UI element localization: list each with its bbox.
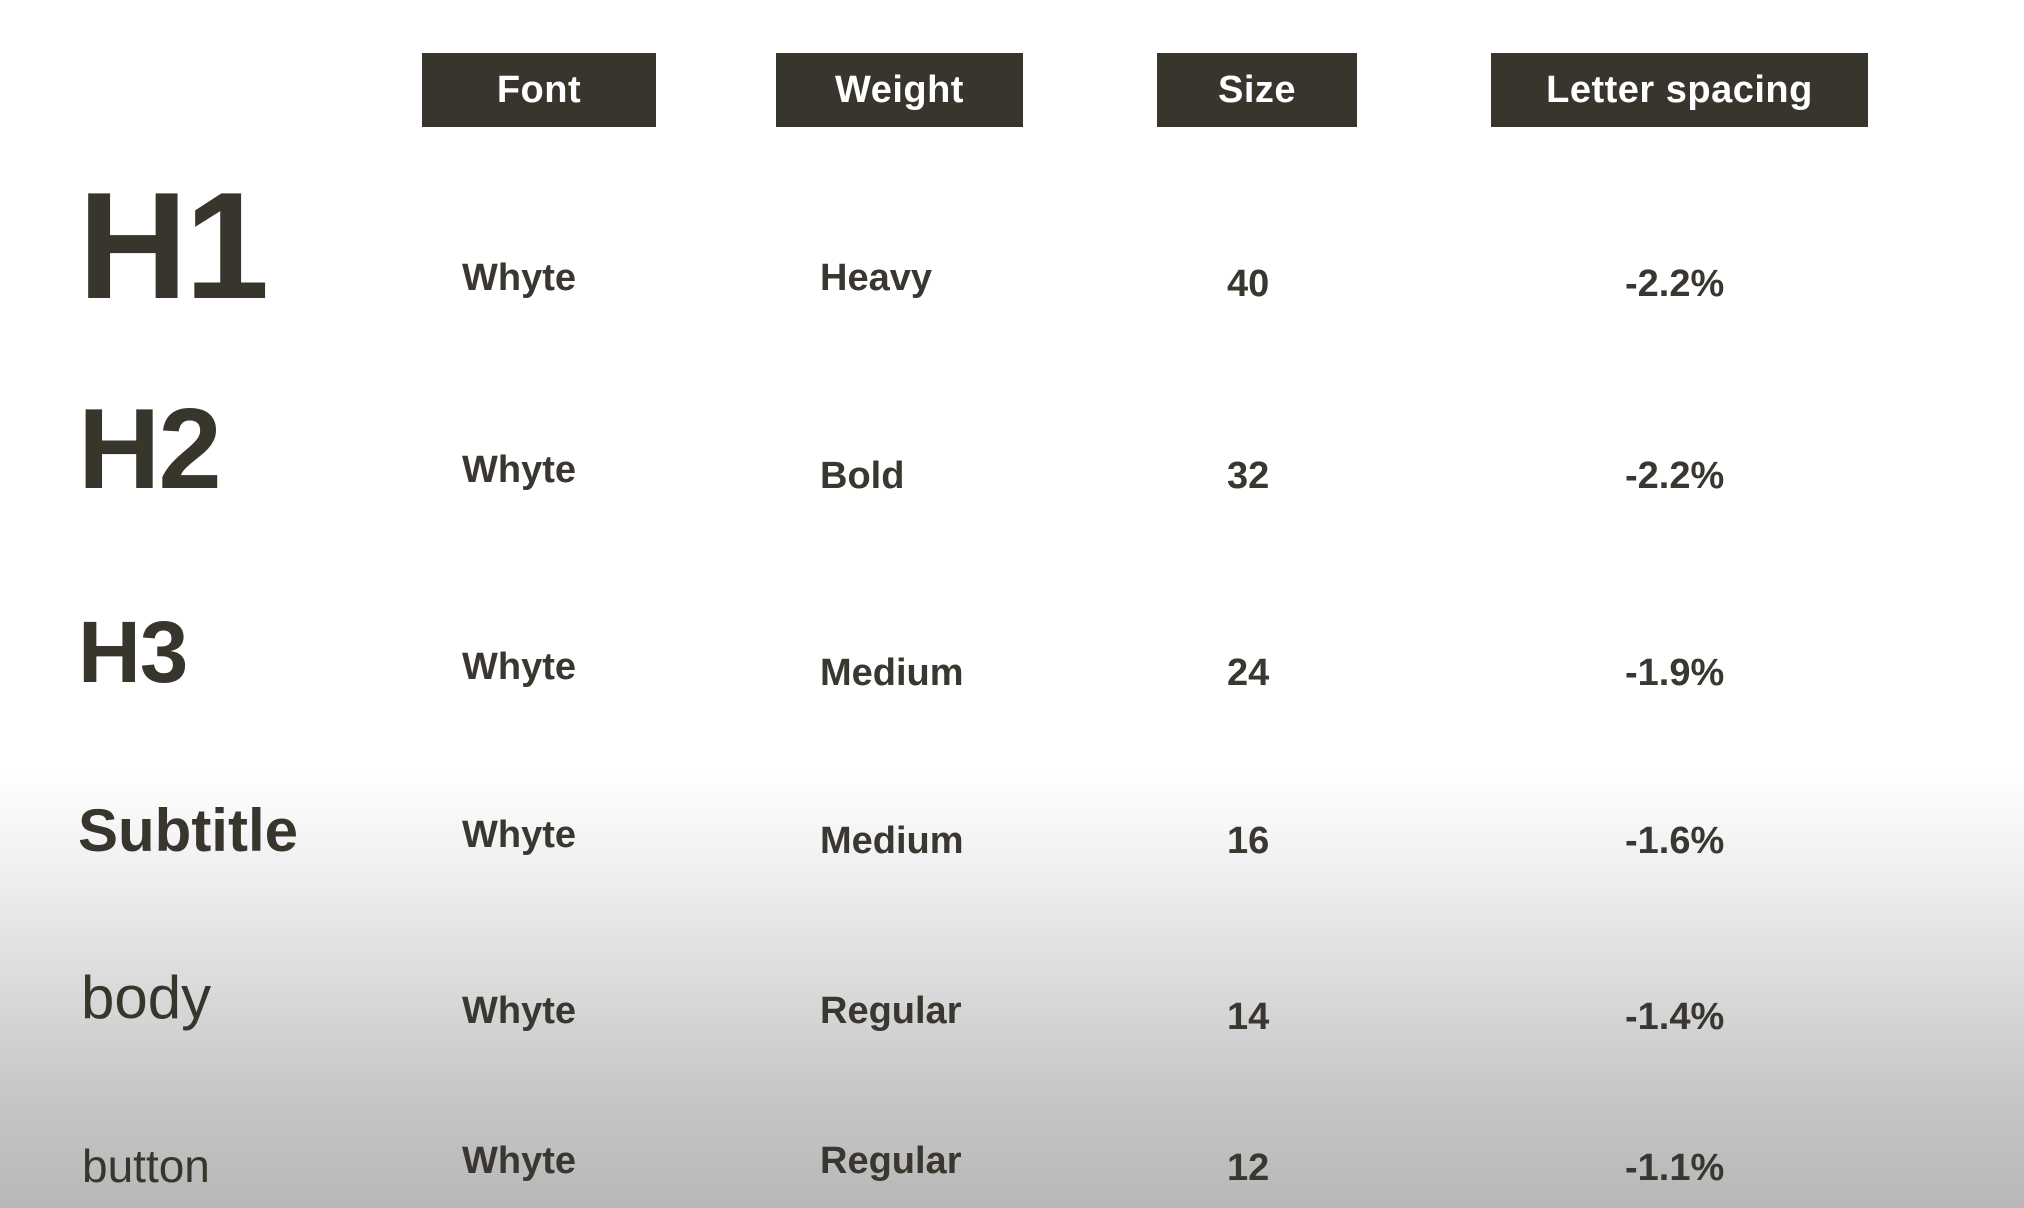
cell-letter-spacing-button: -1.1%	[1625, 1147, 1725, 1189]
cell-letter-spacing-subtitle: -1.6%	[1625, 820, 1725, 862]
cell-letter-spacing-body: -1.4%	[1625, 996, 1725, 1038]
style-label-h3: H3	[78, 604, 188, 701]
cell-font-subtitle: Whyte	[462, 814, 576, 856]
cell-weight-subtitle: Medium	[820, 820, 964, 862]
header-size: Size	[1157, 53, 1357, 127]
style-label-h2: H2	[78, 386, 222, 513]
cell-weight-h2: Bold	[820, 455, 905, 497]
cell-font-h3: Whyte	[462, 646, 576, 688]
cell-weight-body: Regular	[820, 990, 962, 1032]
cell-font-h2: Whyte	[462, 449, 576, 491]
cell-size-h1: 40	[1227, 263, 1270, 305]
style-label-subtitle: Subtitle	[78, 797, 298, 864]
header-weight: Weight	[776, 53, 1023, 127]
style-label-body: body	[81, 964, 212, 1031]
cell-letter-spacing-h1: -2.2%	[1625, 263, 1725, 305]
header-font: Font	[422, 53, 656, 127]
cell-size-subtitle: 16	[1227, 820, 1270, 862]
cell-size-body: 14	[1227, 996, 1270, 1038]
cell-size-h2: 32	[1227, 455, 1270, 497]
style-label-h1: H1	[78, 161, 269, 331]
header-letter-spacing: Letter spacing	[1491, 53, 1868, 127]
cell-letter-spacing-h2: -2.2%	[1625, 455, 1725, 497]
style-label-button: button	[82, 1140, 210, 1192]
cell-font-button: Whyte	[462, 1140, 576, 1182]
cell-font-h1: Whyte	[462, 257, 576, 299]
cell-size-h3: 24	[1227, 652, 1270, 694]
cell-weight-h1: Heavy	[820, 257, 932, 299]
cell-letter-spacing-h3: -1.9%	[1625, 652, 1725, 694]
cell-font-body: Whyte	[462, 990, 576, 1032]
cell-weight-button: Regular	[820, 1140, 962, 1182]
cell-size-button: 12	[1227, 1147, 1270, 1189]
cell-weight-h3: Medium	[820, 652, 964, 694]
